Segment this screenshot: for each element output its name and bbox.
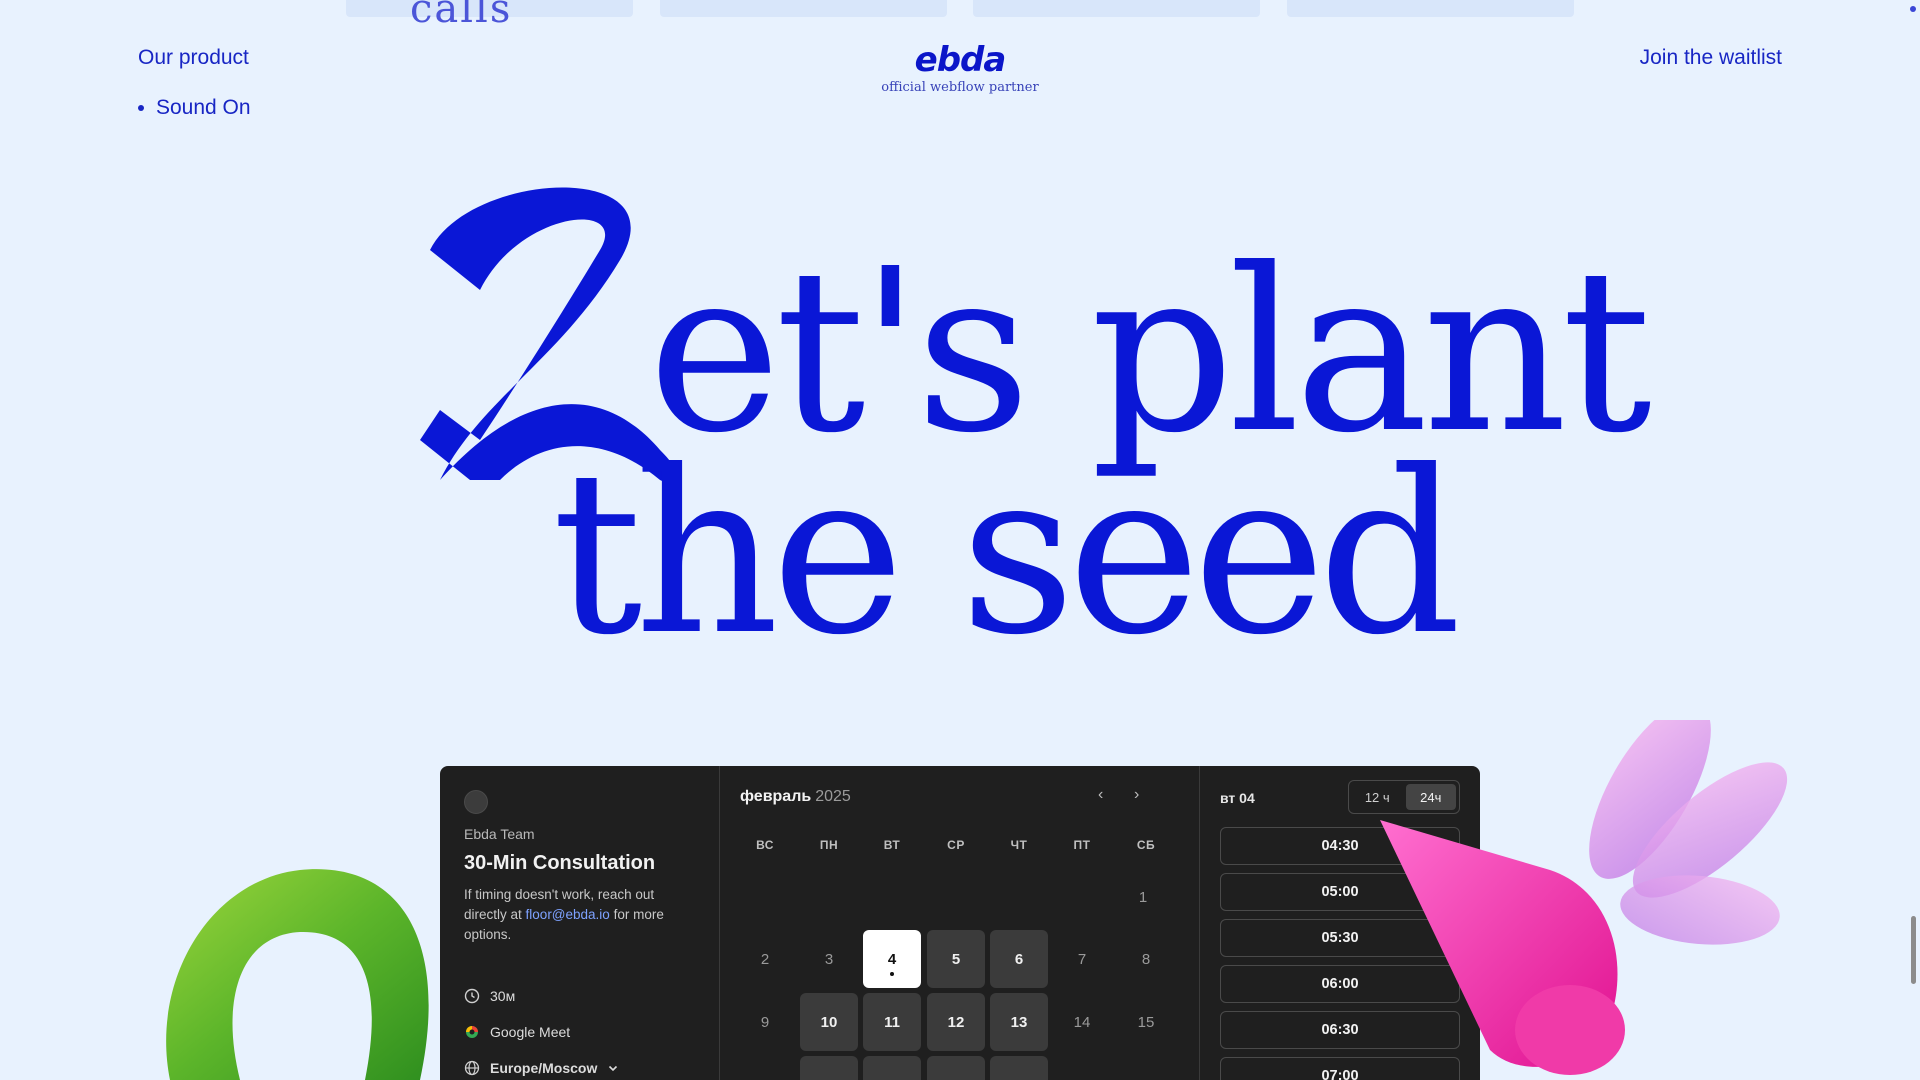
- top-tab-logo: calls: [410, 0, 513, 32]
- calendar-day-available[interactable]: [927, 1056, 985, 1080]
- green-ribbon-shape: [166, 869, 429, 1080]
- weekday-thu: ЧТ: [1010, 838, 1028, 852]
- calendar-day-selected[interactable]: 4: [863, 930, 921, 988]
- calendar-day: 3: [824, 950, 834, 968]
- weekday-tue: ВТ: [883, 838, 901, 852]
- nav-sound-on[interactable]: Sound On: [138, 96, 251, 120]
- calendar-day: 8: [1141, 950, 1151, 968]
- sound-on-label: Sound On: [156, 96, 251, 119]
- next-month-button[interactable]: ›: [1134, 786, 1139, 804]
- timezone-select[interactable]: Europe/Moscow: [464, 1060, 619, 1076]
- event-info-panel: Ebda Team 30-Min Consultation If timing …: [440, 766, 720, 1080]
- top-tab-2[interactable]: [660, 0, 947, 17]
- brand-mark: ebda: [914, 40, 1007, 80]
- headline-line-2: the seed: [552, 423, 1462, 685]
- platform-label: Google Meet: [490, 1024, 571, 1040]
- join-waitlist-link[interactable]: Join the waitlist: [1640, 46, 1782, 70]
- calendar-day-available[interactable]: 11: [863, 993, 921, 1051]
- globe-icon: [464, 1060, 480, 1076]
- duration-label: 30м: [490, 988, 516, 1004]
- weekday-sat: СБ: [1136, 838, 1156, 852]
- calendar-day-available[interactable]: 12: [927, 993, 985, 1051]
- chevron-down-icon: [609, 1065, 618, 1072]
- weekday-fri: ПТ: [1073, 838, 1091, 852]
- page-scrollbar[interactable]: [1911, 916, 1916, 984]
- duration-meta: 30м: [464, 988, 515, 1004]
- calendar-day: 2: [760, 950, 770, 968]
- top-tab-1[interactable]: calls: [346, 0, 633, 32]
- calendar-day-available[interactable]: 13: [990, 993, 1048, 1051]
- top-tab-3[interactable]: [973, 0, 1260, 17]
- calendar-day-available[interactable]: [990, 1056, 1048, 1080]
- month-label: февраль 2025: [740, 788, 851, 806]
- calendar-day-available[interactable]: [863, 1056, 921, 1080]
- nav-our-product[interactable]: Our product: [138, 46, 249, 70]
- google-meet-icon: [466, 1026, 478, 1038]
- year-label: 2025: [815, 788, 851, 805]
- selected-date-label: вт 04: [1220, 790, 1255, 806]
- event-title: 30-Min Consultation: [464, 852, 656, 874]
- pink-flower-shape: [1380, 720, 1788, 1075]
- calendar-day-available[interactable]: 5: [927, 930, 985, 988]
- calendar-day: 7: [1077, 950, 1087, 968]
- team-name: Ebda Team: [464, 826, 535, 842]
- brand-subtitle: official webflow partner: [881, 80, 1039, 95]
- avatar: [464, 790, 488, 814]
- event-description: If timing doesn't work, reach out direct…: [464, 885, 694, 945]
- calendar-day: 9: [760, 1013, 770, 1031]
- clock-icon: [464, 988, 480, 1004]
- corner-indicator: [1910, 6, 1916, 12]
- calendar-day: 15: [1137, 1013, 1155, 1031]
- email-link[interactable]: floor@ebda.io: [526, 907, 610, 922]
- calendar-day: 1: [1138, 888, 1148, 906]
- platform-meta: Google Meet: [464, 1024, 570, 1040]
- top-tab-4[interactable]: [1287, 0, 1574, 17]
- calendar-day: 14: [1073, 1013, 1091, 1031]
- prev-month-button[interactable]: ‹: [1098, 786, 1103, 804]
- calendar-day-available[interactable]: 6: [990, 930, 1048, 988]
- hero-headline: et's plant the seed: [0, 180, 1920, 700]
- weekday-mon: ПН: [819, 838, 839, 852]
- calendar-panel: февраль 2025 ‹ › ВС ПН ВТ СР ЧТ ПТ СБ 1 2…: [720, 766, 1200, 1080]
- booking-widget: Ebda Team 30-Min Consultation If timing …: [440, 766, 1480, 1080]
- month-name: февраль: [740, 788, 812, 805]
- timezone-label: Europe/Moscow: [490, 1060, 598, 1076]
- calendar-day-available[interactable]: 10: [800, 993, 858, 1051]
- weekday-wed: СР: [947, 838, 965, 852]
- weekday-sun: ВС: [756, 838, 774, 852]
- calendar-day-available[interactable]: [800, 1056, 858, 1080]
- bullet-dot: [138, 105, 144, 111]
- brand-logo[interactable]: ebda official webflow partner: [880, 42, 1040, 95]
